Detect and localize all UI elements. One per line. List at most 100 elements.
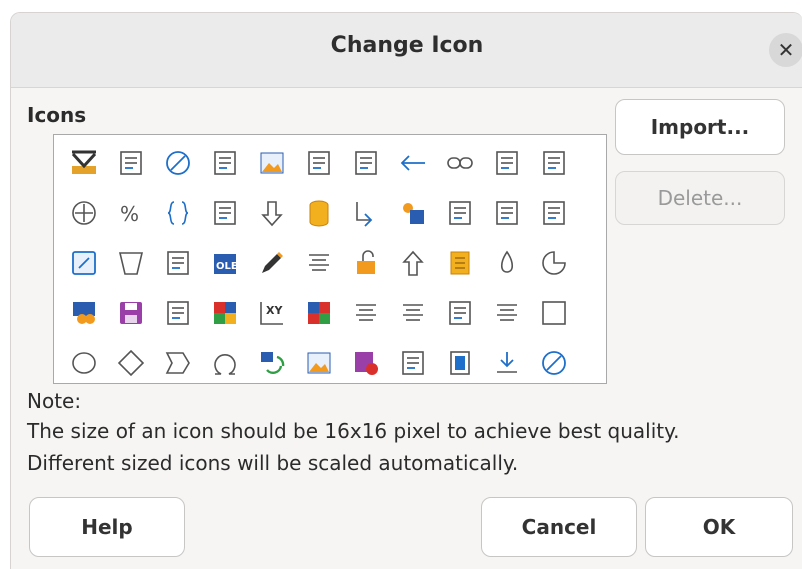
icon-cell[interactable]: OLE — [201, 244, 248, 294]
drop-icon — [492, 244, 522, 282]
fontwork-icon — [539, 144, 569, 182]
distribute-icon — [539, 194, 569, 232]
icon-cell[interactable] — [530, 194, 577, 244]
database-icon — [69, 294, 99, 332]
icon-cell[interactable] — [60, 244, 107, 294]
icon-cell[interactable] — [342, 144, 389, 194]
icon-cell[interactable] — [154, 294, 201, 344]
icon-cell[interactable] — [154, 344, 201, 383]
calendar-icon — [445, 294, 475, 332]
mosaic-icon — [304, 294, 334, 332]
icon-cell[interactable] — [483, 294, 530, 344]
omega-icon — [210, 344, 240, 382]
icon-cell[interactable] — [483, 244, 530, 294]
close-icon: ✕ — [777, 38, 795, 62]
resize-horizontal-icon — [492, 144, 522, 182]
refresh-image-icon — [257, 344, 287, 382]
diamond-icon — [116, 344, 146, 382]
xy-chart-icon: XY — [257, 294, 287, 332]
rotate-icon — [445, 194, 475, 232]
table-properties-icon — [210, 144, 240, 182]
align-right-icon — [492, 294, 522, 332]
icon-cell[interactable] — [295, 244, 342, 294]
icon-cell[interactable] — [483, 344, 530, 383]
cube-icon — [492, 194, 522, 232]
icon-cell[interactable] — [389, 244, 436, 294]
change-icon-dialog: Change Icon ✕ Icons % OLE XY Import... Del… — [10, 12, 802, 569]
import-button[interactable]: Import... — [615, 99, 785, 155]
icon-cell[interactable] — [295, 294, 342, 344]
close-button[interactable]: ✕ — [769, 33, 802, 67]
icon-cell[interactable] — [436, 344, 483, 383]
icon-cell[interactable] — [60, 294, 107, 344]
icon-cell[interactable] — [295, 144, 342, 194]
icon-cell[interactable] — [530, 144, 577, 194]
icon-cell[interactable] — [154, 144, 201, 194]
icon-cell[interactable] — [436, 244, 483, 294]
icon-cell[interactable] — [436, 294, 483, 344]
column-icon — [210, 194, 240, 232]
edit-frame-icon — [69, 244, 99, 282]
icon-cell[interactable] — [60, 194, 107, 244]
icon-cell[interactable] — [201, 144, 248, 194]
inset-frame-icon — [163, 294, 193, 332]
icon-cell[interactable] — [436, 144, 483, 194]
page-icon — [398, 294, 428, 332]
ok-button[interactable]: OK — [645, 497, 793, 557]
svg-text:%: % — [120, 202, 139, 226]
icon-cell[interactable] — [530, 294, 577, 344]
icon-cell[interactable] — [60, 344, 107, 383]
icon-cell[interactable] — [107, 294, 154, 344]
icon-cell[interactable] — [248, 144, 295, 194]
pie-icon — [539, 244, 569, 282]
arrow-up-icon — [398, 244, 428, 282]
title-bar: Change Icon — [11, 13, 802, 88]
icon-cell[interactable] — [389, 344, 436, 383]
notes-icon — [445, 244, 475, 282]
icon-cell[interactable] — [389, 194, 436, 244]
percent-icon: % — [116, 194, 146, 232]
link-icon — [445, 144, 475, 182]
icon-cell[interactable] — [248, 244, 295, 294]
icon-cell[interactable] — [530, 244, 577, 294]
icon-grid[interactable]: % OLE XY — [53, 134, 607, 384]
icon-cell[interactable] — [342, 244, 389, 294]
icon-cell[interactable] — [154, 194, 201, 244]
icon-cell[interactable] — [107, 144, 154, 194]
icon-cell[interactable] — [389, 294, 436, 344]
picture-icon — [304, 344, 334, 382]
icon-cell[interactable] — [248, 344, 295, 383]
icon-cell[interactable] — [483, 194, 530, 244]
dialog-title: Change Icon — [330, 33, 484, 58]
icon-cell[interactable] — [201, 344, 248, 383]
help-button[interactable]: Help — [29, 497, 185, 557]
icon-cell[interactable] — [436, 194, 483, 244]
icon-cell[interactable] — [60, 144, 107, 194]
icon-cell[interactable]: % — [107, 194, 154, 244]
icon-grid-inner: % OLE XY — [60, 144, 577, 383]
icon-cell[interactable] — [342, 294, 389, 344]
square-icon — [539, 294, 569, 332]
icon-cell[interactable] — [389, 144, 436, 194]
icon-cell[interactable] — [530, 344, 577, 383]
frame-grid-icon — [116, 144, 146, 182]
icon-cell[interactable] — [248, 194, 295, 244]
icon-cell[interactable] — [107, 244, 154, 294]
icon-cell[interactable] — [342, 194, 389, 244]
icon-cell[interactable] — [295, 194, 342, 244]
icon-cell[interactable]: XY — [248, 294, 295, 344]
icon-cell[interactable] — [483, 144, 530, 194]
icon-cell[interactable] — [295, 344, 342, 383]
icon-cell[interactable] — [201, 194, 248, 244]
arc-icon — [163, 244, 193, 282]
cancel-button[interactable]: Cancel — [481, 497, 637, 557]
column-break-icon — [445, 344, 475, 382]
frame-select-icon — [304, 144, 334, 182]
chevron-shape-icon — [163, 344, 193, 382]
icon-cell[interactable] — [107, 344, 154, 383]
icon-cell[interactable] — [342, 344, 389, 383]
braces-icon — [163, 194, 193, 232]
icon-cell[interactable] — [201, 294, 248, 344]
delete-button[interactable]: Delete... — [615, 171, 785, 225]
icon-cell[interactable] — [154, 244, 201, 294]
